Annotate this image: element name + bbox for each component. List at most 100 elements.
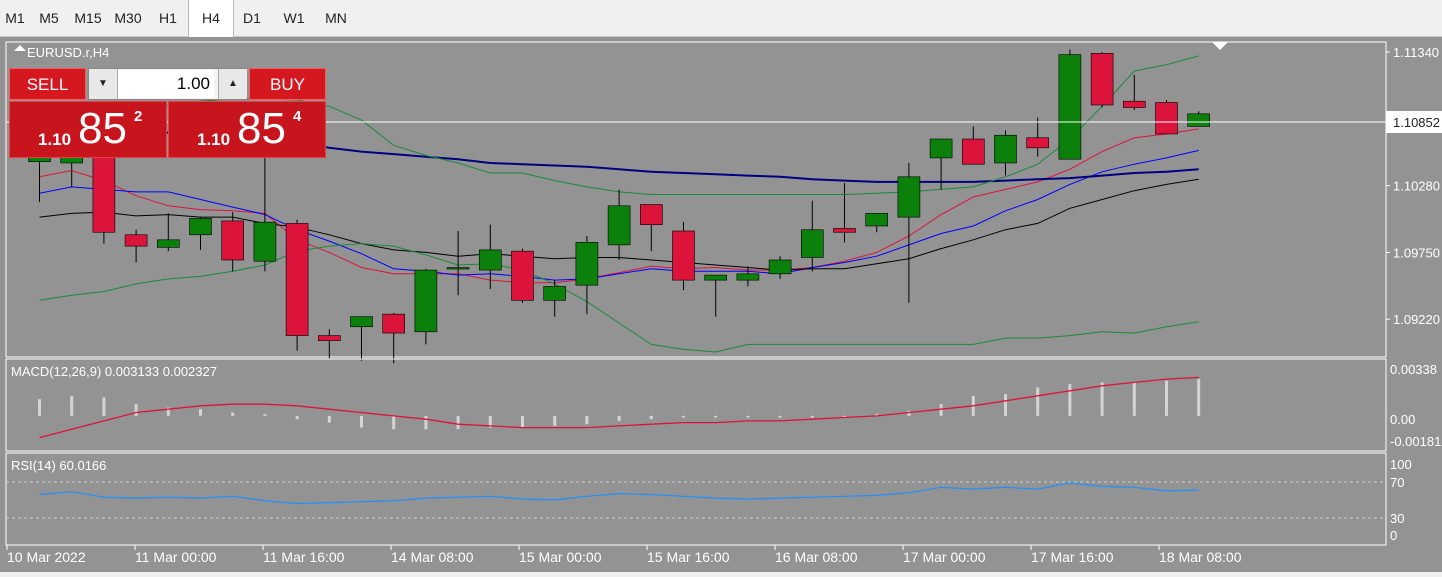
macd-bar [1197, 379, 1201, 416]
sell-button[interactable]: SELL [9, 68, 86, 100]
rsi-axis-0: 0 [1390, 528, 1397, 543]
rsi-axis-70: 70 [1390, 475, 1404, 490]
candle-body[interactable] [833, 228, 856, 233]
macd-bar [424, 415, 428, 430]
lot-size-input[interactable] [118, 70, 214, 98]
candle-body[interactable] [189, 218, 212, 236]
buy-price-button[interactable]: 1.10 85 4 [168, 101, 326, 158]
macd-bar [134, 404, 138, 416]
candle-body[interactable] [607, 205, 631, 246]
timeframe-d1[interactable]: D1 [232, 0, 272, 36]
macd-axis-top: 0.00338 [1390, 362, 1437, 377]
candle-body[interactable] [865, 213, 889, 227]
candle-body[interactable] [350, 316, 373, 328]
macd-bar [1165, 380, 1168, 416]
candle-body[interactable] [1155, 102, 1178, 135]
timeframe-m30[interactable]: M30 [108, 0, 148, 36]
candle-body[interactable] [929, 138, 953, 159]
price-axis-label: 1.10280 [1393, 179, 1440, 194]
macd-bar [263, 414, 267, 416]
timeframe-h1[interactable]: H1 [148, 0, 188, 36]
candle-body[interactable] [704, 274, 728, 281]
sell-price-prefix: 1.10 [38, 130, 72, 149]
candle-body[interactable] [575, 242, 599, 286]
timeframe-w1[interactable]: W1 [272, 0, 316, 36]
one-click-trading-panel: SELL ▼ ▲ BUY 1.10 85 2 1.10 85 4 [9, 68, 326, 158]
macd-bar [521, 415, 524, 428]
sell-price-button[interactable]: 1.10 85 2 [9, 101, 167, 158]
macd-axis-bottom: -0.00181 [1390, 434, 1441, 449]
timeframe-m5[interactable]: M5 [30, 0, 68, 36]
buy-button[interactable]: BUY [249, 68, 326, 100]
time-axis-label: 16 Mar 08:00 [775, 549, 858, 565]
candle-body[interactable] [478, 249, 502, 271]
time-axis-label: 14 Mar 08:00 [391, 549, 474, 565]
buy-price-prefix: 1.10 [197, 130, 231, 149]
sell-price-small: 2 [134, 108, 143, 125]
candle-body[interactable] [285, 223, 309, 336]
macd-bar [102, 397, 106, 416]
time-axis-label: 10 Mar 2022 [7, 549, 86, 565]
candle-body[interactable] [157, 239, 180, 248]
rsi-axis-30: 30 [1390, 511, 1404, 526]
macd-bar [1132, 382, 1136, 416]
candle-body[interactable] [1187, 113, 1210, 127]
rsi-line [39, 482, 1199, 505]
candle-body[interactable] [897, 176, 921, 218]
rsi-axis-100: 100 [1390, 457, 1412, 472]
macd-bar [327, 415, 331, 423]
timeframe-h4[interactable]: H4 [188, 0, 234, 37]
price-axis-label: 1.11340 [1393, 45, 1439, 60]
candle-body[interactable] [253, 221, 277, 262]
shift-marker-icon[interactable] [1212, 42, 1228, 50]
candle-body[interactable] [1026, 137, 1049, 149]
candle-body[interactable] [511, 250, 534, 301]
candle-body[interactable] [961, 138, 985, 165]
candle-body[interactable] [736, 273, 760, 281]
macd-bar [1068, 384, 1072, 416]
candle-body[interactable] [768, 259, 792, 275]
time-axis-label: 15 Mar 16:00 [647, 549, 730, 565]
time-axis-label: 17 Mar 00:00 [903, 549, 986, 565]
time-axis-label: 17 Mar 16:00 [1031, 549, 1114, 565]
candle-body[interactable] [994, 134, 1017, 164]
timeframe-toolbar: M1 M5 M15 M30 H1 H4 D1 W1 MN [0, 0, 1442, 37]
lot-size-control: ▼ ▲ [88, 68, 247, 100]
macd-bar [1036, 387, 1040, 416]
candle-body[interactable] [639, 204, 663, 225]
macd-bar [231, 412, 235, 416]
buy-price-big: 85 [237, 104, 286, 153]
macd-bar [746, 415, 750, 418]
macd-bar [1100, 382, 1104, 416]
time-axis-label: 11 Mar 00:00 [135, 549, 217, 565]
buy-price-small: 4 [293, 108, 302, 125]
macd-bar [810, 415, 814, 418]
candle-body[interactable] [221, 220, 244, 261]
chart-title: EURUSD.r,H4 [27, 45, 109, 60]
candle-body[interactable] [414, 269, 438, 333]
timeframe-m15[interactable]: M15 [68, 0, 108, 36]
candle-body[interactable] [317, 335, 341, 341]
macd-bar [617, 415, 621, 421]
candle-body[interactable] [800, 229, 824, 258]
timeframe-m1[interactable]: M1 [0, 0, 30, 36]
candle-body[interactable] [1058, 54, 1082, 160]
lot-increase-icon[interactable]: ▲ [218, 69, 247, 99]
candle-body[interactable] [672, 230, 695, 281]
timeframe-mn[interactable]: MN [316, 0, 356, 36]
candle-body[interactable] [543, 286, 567, 301]
candle-body[interactable] [1090, 53, 1114, 106]
macd-bar [70, 395, 74, 416]
macd-signal-line [39, 376, 1199, 439]
candle-body[interactable] [124, 234, 148, 247]
candle-body[interactable] [446, 267, 470, 270]
macd-bar [682, 415, 685, 418]
macd-bar [1004, 394, 1007, 416]
lot-decrease-icon[interactable]: ▼ [89, 69, 118, 99]
candle-body[interactable] [382, 313, 406, 334]
macd-bar [295, 415, 299, 420]
price-axis-label: 1.09750 [1393, 245, 1440, 260]
collapse-arrow-icon[interactable] [14, 45, 26, 51]
current-price-label: 1.10852 [1393, 115, 1440, 130]
candle-body[interactable] [1123, 100, 1146, 108]
